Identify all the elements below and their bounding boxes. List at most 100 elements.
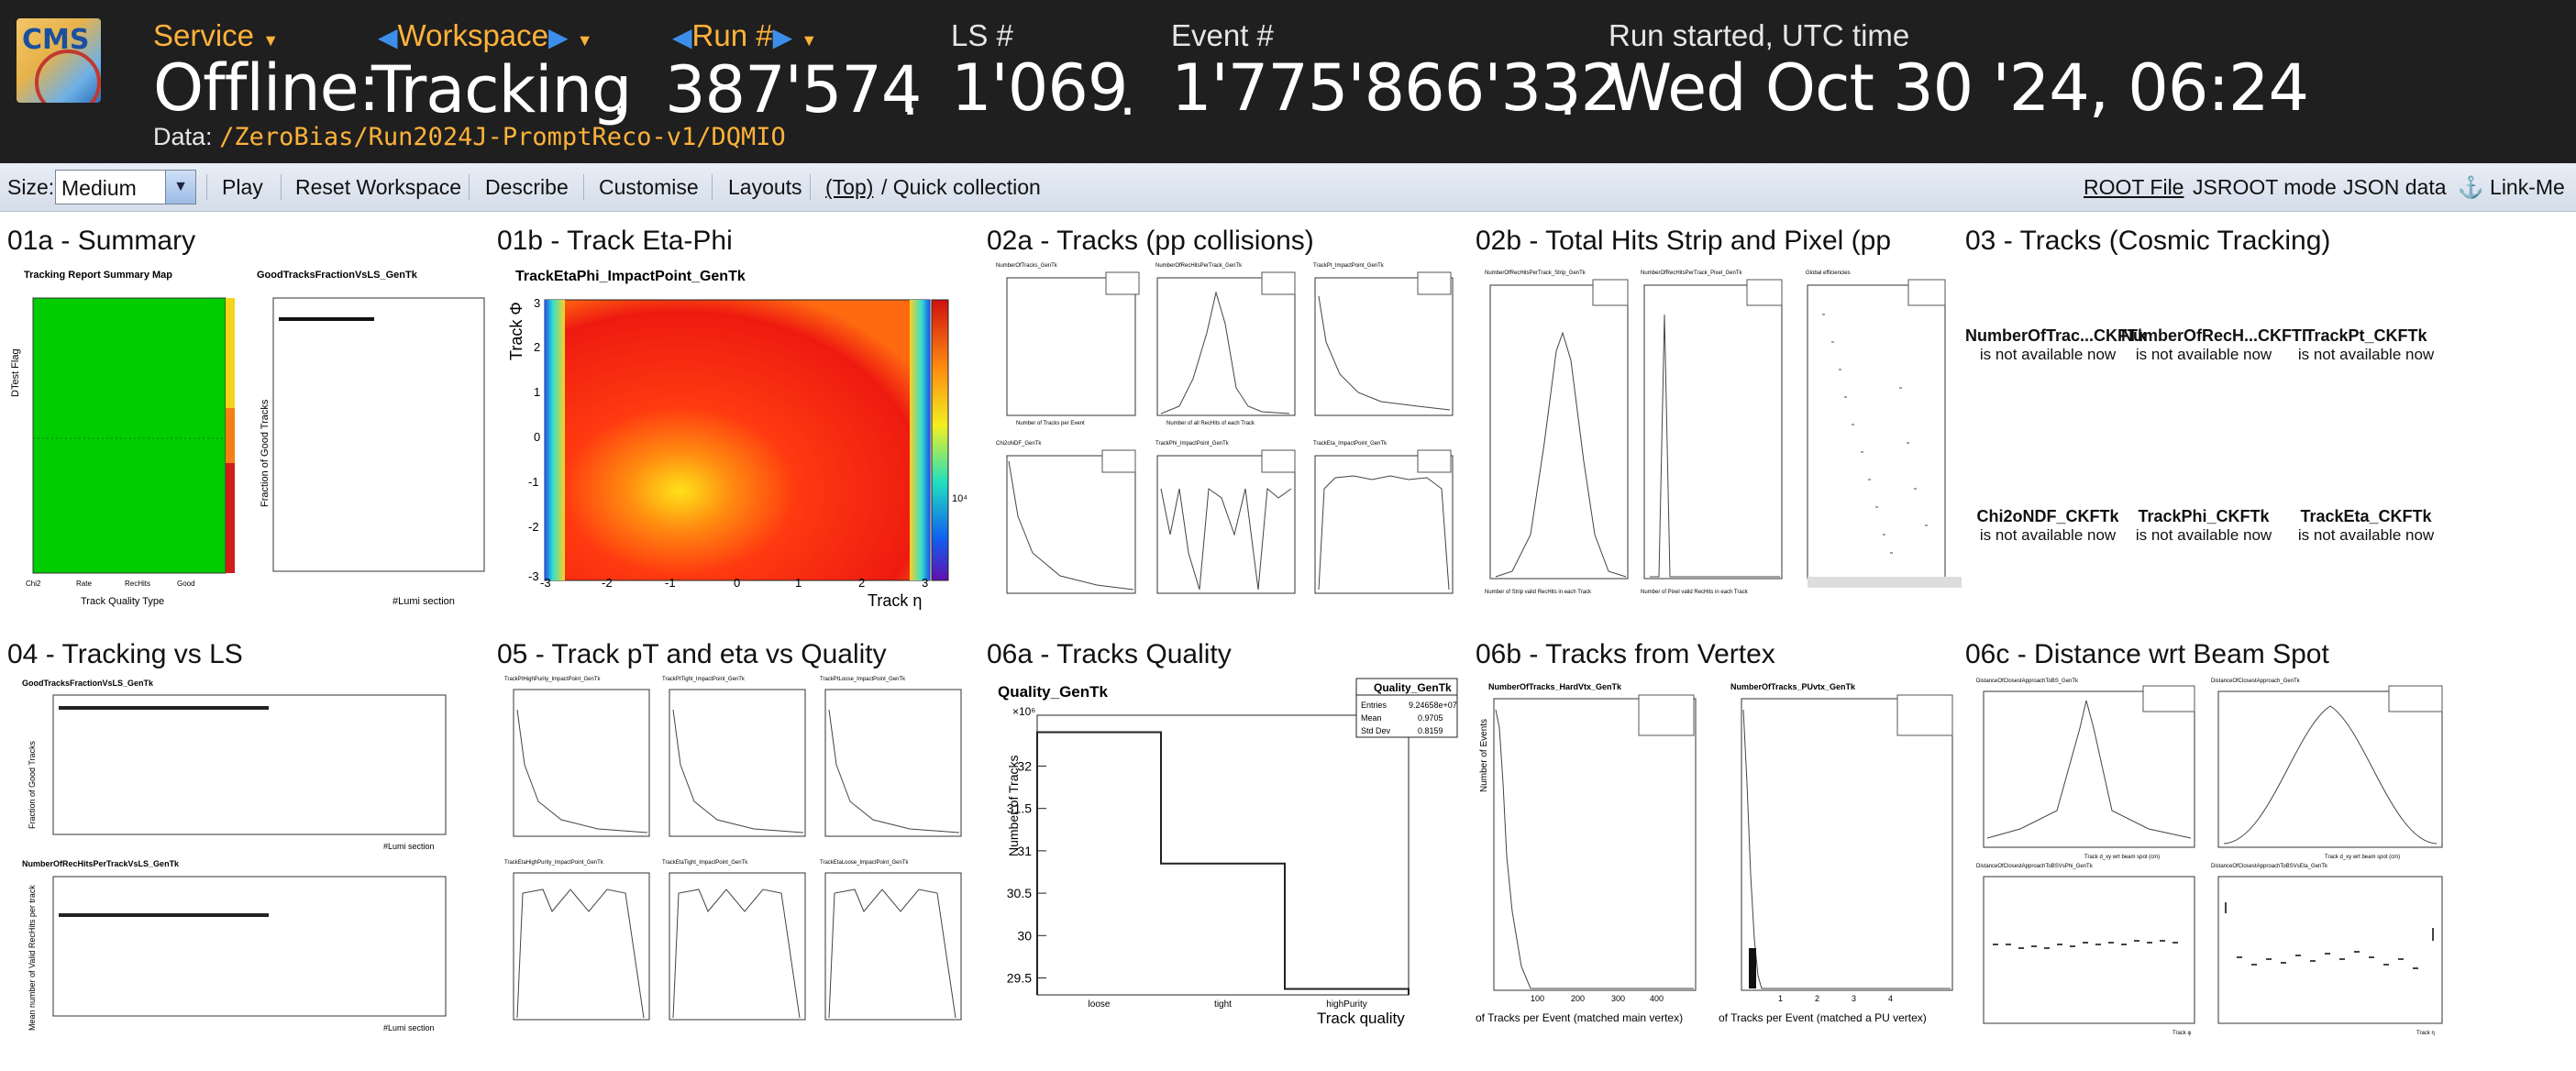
root-file-link[interactable]: ROOT File xyxy=(2084,175,2184,200)
panel-title-06b[interactable]: 06b - Tracks from Vertex xyxy=(1476,639,1952,670)
vertex-title-0: NumberOfTracks_HardVtx_GenTk xyxy=(1488,682,1622,691)
vx-tick-b-2: 2 xyxy=(1815,994,1819,1003)
good-fraction-title: GoodTracksFractionVsLS_GenTk xyxy=(257,270,418,281)
panel-title-06c[interactable]: 06c - Distance wrt Beam Spot xyxy=(1965,639,2479,670)
cosmic-item-3[interactable]: Chi2oNDF_CKFTk is not available now xyxy=(1965,507,2130,545)
cosmic-item-msg: is not available now xyxy=(2135,346,2272,363)
ls-value[interactable]: 1'069 xyxy=(951,50,1128,126)
good-fraction-xlabel: #Lumi section xyxy=(392,596,455,607)
eta-x-tick-3: 0 xyxy=(734,576,740,590)
cosmic-item-msg: is not available now xyxy=(2135,526,2272,544)
panel-title-01b[interactable]: 01b - Track Eta-Phi xyxy=(497,226,974,257)
workspace-menu[interactable]: ◀Workspace▶ ▼ xyxy=(378,18,593,53)
panel-title-06a[interactable]: 06a - Tracks Quality xyxy=(987,639,1464,670)
panel-title-03[interactable]: 03 - Tracks (Cosmic Tracking) xyxy=(1965,226,2479,257)
cosmic-item-5[interactable]: TrackEta_CKFTk is not available now xyxy=(2283,507,2449,545)
stat-key-2: Std Dev xyxy=(1361,726,1391,735)
cosmic-item-name: NumberOfTrac...CKFTk xyxy=(1965,326,2148,345)
cosmic-item-name: TrackPhi_CKFTk xyxy=(2138,507,2270,525)
ls-label: LS # xyxy=(951,18,1013,52)
next-workspace-icon[interactable]: ▶ xyxy=(548,23,569,51)
top-link[interactable]: (Top) xyxy=(825,175,873,200)
panel-title-05[interactable]: 05 - Track pT and eta vs Quality xyxy=(497,639,974,670)
cosmic-item-4[interactable]: TrackPhi_CKFTk is not available now xyxy=(2121,507,2286,545)
tracks-pp-mini-4: TrackPhi_ImpactPoint_GenTk xyxy=(1155,441,1296,594)
dca-vs-eta-plot: DistanceOfClosestApproachToBSVsEta_GenTk… xyxy=(2211,864,2443,1036)
describe-button[interactable]: Describe xyxy=(485,175,569,200)
tracks-from-vertex-plots[interactable]: NumberOfTracks_HardVtx_GenTk 100 200 300… xyxy=(1476,673,1962,1040)
eta-phi-plot[interactable]: TrackEtaPhi_ImpactPoint_GenTk 10⁴ -3 -2 … xyxy=(497,259,974,617)
svg-text:Number of all RecHits of each: Number of all RecHits of each Track xyxy=(1166,421,1255,426)
size-select[interactable]: Medium ▼ xyxy=(55,170,196,204)
stat-key-0: Entries xyxy=(1361,701,1388,710)
cosmic-item-msg: is not available now xyxy=(2297,346,2435,363)
cosmic-item-name: Chi2oNDF_CKFTk xyxy=(1976,507,2119,525)
json-data-button[interactable]: JSON data xyxy=(2343,175,2447,200)
service-value: Offline: xyxy=(153,50,380,126)
run-value[interactable]: 387'574 xyxy=(665,52,922,127)
vx-tick-b-3: 3 xyxy=(1852,994,1856,1003)
panel-title-01a[interactable]: 01a - Summary xyxy=(7,226,484,257)
tracking-vs-ls-plots[interactable]: GoodTracksFractionVsLS_GenTk #Lumi secti… xyxy=(7,673,466,1040)
cosmic-item-msg: is not available now xyxy=(2297,526,2435,544)
summary-map-cells xyxy=(32,297,227,574)
cosmic-item-2[interactable]: TrackPt_CKFTk is not available now xyxy=(2283,326,2449,364)
panel-title-04[interactable]: 04 - Tracking vs LS xyxy=(7,639,484,670)
run-started-label: Run started, UTC time xyxy=(1609,18,1910,52)
layouts-button[interactable]: Layouts xyxy=(728,175,802,200)
play-button[interactable]: Play xyxy=(222,175,263,200)
eta-x-tick-5: 2 xyxy=(858,576,865,590)
eta-quality-mini-2: TrackEtaLoose_ImpactPoint_GenTk xyxy=(820,860,962,1021)
eta-x-tick-4: 1 xyxy=(795,576,802,590)
separator-dot: . xyxy=(901,64,920,128)
jsroot-mode-button[interactable]: JSROOT mode xyxy=(2193,175,2337,200)
chevron-down-icon[interactable]: ▼ xyxy=(165,171,195,204)
reset-workspace-button[interactable]: Reset Workspace xyxy=(295,175,461,200)
cosmic-item-0[interactable]: NumberOfTrac...CKFTk is not available now xyxy=(1965,326,2148,364)
stat-key-1: Mean xyxy=(1361,713,1382,723)
quality-chart[interactable]: Quality_GenTk ×10⁶ 32 31.5 31 30.5 30 29.5 lo… xyxy=(987,673,1464,1040)
svg-text:Track d_xy wrt beam spot (cm): Track d_xy wrt beam spot (cm) xyxy=(2084,855,2160,860)
quality-y-tick-label-4: 30 xyxy=(1017,928,1032,943)
customise-button[interactable]: Customise xyxy=(599,175,699,200)
event-value[interactable]: 1'775'866'332 xyxy=(1171,50,1621,126)
link-me-label: Link-Me xyxy=(2490,175,2565,199)
panel-title-02a[interactable]: 02a - Tracks (pp collisions) xyxy=(987,226,1464,257)
summary-map-title: Tracking Report Summary Map xyxy=(24,270,172,281)
cms-logo[interactable]: CMS xyxy=(17,18,101,103)
tracking-vs-ls-canvas: GoodTracksFractionVsLS_GenTk #Lumi secti… xyxy=(22,679,447,1032)
summary-plot[interactable]: Tracking Report Summary Map Chi2 Rate Re… xyxy=(7,259,493,617)
prev-run-icon[interactable]: ◀ xyxy=(672,23,692,51)
toolbar: Size: Medium ▼ Play Reset Workspace Desc… xyxy=(0,163,2576,212)
phi-y-tick-3: 0 xyxy=(534,430,540,444)
link-me-button[interactable]: ⚓ Link-Me xyxy=(2458,175,2565,200)
service-menu[interactable]: Service ▼ xyxy=(153,18,279,53)
next-run-icon[interactable]: ▶ xyxy=(773,23,793,51)
quality-chart-title: Quality_GenTk xyxy=(998,683,1109,701)
pt-eta-quality-grid[interactable]: TrackPtHighPurity_ImpactPoint_GenTk Trac… xyxy=(497,673,974,1040)
svg-text:Number of Tracks per Event: Number of Tracks per Event xyxy=(1016,421,1085,426)
run-menu[interactable]: ◀Run #▶ ▼ xyxy=(672,18,817,53)
cosmic-item-1[interactable]: NumberOfRecH...CKFTI is not available now xyxy=(2121,326,2306,364)
quality-stats-title: Quality_GenTk xyxy=(1374,681,1452,694)
vertex-xlabel-0: of Tracks per Event (matched main vertex… xyxy=(1476,1011,1683,1024)
eta-phi-xlabel: Track η xyxy=(868,591,922,610)
prev-workspace-icon[interactable]: ◀ xyxy=(378,23,398,51)
vx-tick-b-4: 4 xyxy=(1888,994,1893,1003)
svg-text:Global efficiencies: Global efficiencies xyxy=(1806,271,1851,276)
panel-title-02b[interactable]: 02b - Total Hits Strip and Pixel (pp xyxy=(1476,226,1960,257)
summary-zscale-red xyxy=(226,463,235,573)
eta-x-tick-1: -2 xyxy=(602,576,613,590)
stat-val-1: 0.9705 xyxy=(1418,713,1443,723)
dataset-path[interactable]: /ZeroBias/Run2024J-PromptReco-v1/DQMIO xyxy=(219,123,786,151)
svg-text:DistanceOfClosestApproachToBSV: DistanceOfClosestApproachToBSVsPhi_GenTk xyxy=(1976,864,2094,869)
pt-quality-mini-1: TrackPtTight_ImpactPoint_GenTk xyxy=(662,677,806,837)
toolbar-divider xyxy=(206,174,207,200)
stat-val-2: 0.8159 xyxy=(1418,726,1443,735)
svg-text:TrackPt_ImpactPoint_GenTk: TrackPt_ImpactPoint_GenTk xyxy=(1313,263,1385,269)
separator-dot: . xyxy=(1119,64,1137,128)
tracks-pp-grid[interactable]: NumberOfTracks_GenTk Number of Tracks pe… xyxy=(987,259,1464,608)
beamspot-distance-plots[interactable]: DistanceOfClosestApproachToBS_GenTk Trac… xyxy=(1965,673,2451,1040)
vertex-title-1: NumberOfTracks_PUvtx_GenTk xyxy=(1730,682,1856,691)
hits-strip-pixel-grid[interactable]: NumberOfRecHitsPerTrack_Strip_GenTk Numb… xyxy=(1476,259,1963,608)
